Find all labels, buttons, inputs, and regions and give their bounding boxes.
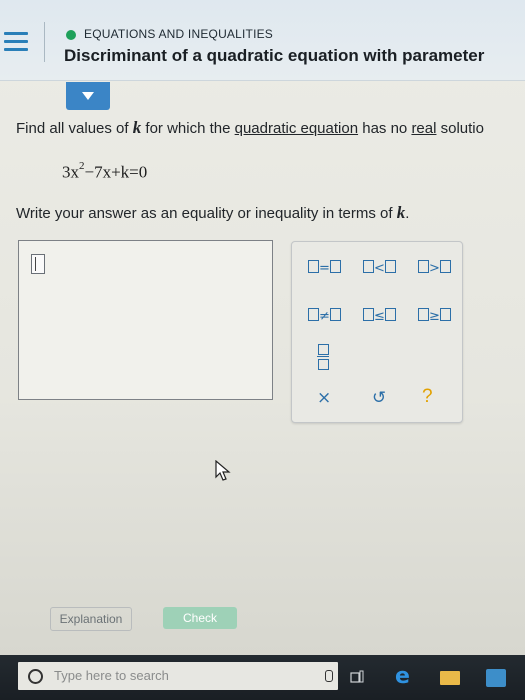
undo-icon[interactable]: ↺ [372,388,386,408]
expand-dropdown-button[interactable] [66,82,110,110]
equation-exponent: 2 [79,160,85,172]
topic-status-dot-icon [66,30,76,40]
cortana-icon [28,669,43,684]
key-greater-than[interactable]: > [418,260,451,276]
taskbar-search-input[interactable]: Type here to search [18,662,338,690]
real-link[interactable]: real [411,120,436,137]
header-bar: EQUATIONS AND INEQUALITIES Discriminant … [0,0,525,81]
key-less-equal[interactable]: ≤ [363,308,396,324]
equation-rest: −7x+k=0 [84,162,148,182]
key-less-than[interactable]: < [363,260,396,276]
question-variable: k [132,118,142,137]
page-title: Discriminant of a quadratic equation wit… [64,46,485,65]
windows-taskbar: Type here to search e [0,655,525,700]
edge-browser-icon[interactable]: e [395,666,410,688]
answer-placeholder-box[interactable] [31,254,45,274]
mouse-pointer-icon [215,460,231,481]
instructions-variable: k [396,203,406,222]
key-greater-equal[interactable]: ≥ [418,308,451,324]
hamburger-menu-icon[interactable] [0,26,34,62]
microphone-icon[interactable] [325,670,333,682]
question-middle: for which the [141,120,235,137]
instructions-text: Write your answer as an equality or ineq… [16,203,409,223]
equation-term-1: 3x [62,162,79,182]
search-placeholder: Type here to search [54,668,169,683]
store-icon[interactable] [486,669,506,687]
help-icon[interactable]: ? [422,386,433,408]
chevron-down-icon [82,92,94,100]
check-button[interactable]: Check [163,607,237,629]
equation: 3x2−7x+k=0 [62,160,148,183]
browser-viewport: EQUATIONS AND INEQUALITIES Discriminant … [0,0,525,655]
question-suffix: solutio [436,120,484,137]
instructions-prefix: Write your answer as an equality or ineq… [16,205,397,222]
answer-input[interactable] [18,240,273,400]
key-equal[interactable]: = [308,260,341,276]
question-prefix: Find all values of [16,120,133,137]
explanation-button[interactable]: Explanation [50,607,132,631]
header-divider [44,22,45,62]
task-view-icon[interactable] [350,670,364,684]
question-text: Find all values of k for which the quadr… [16,118,484,138]
quadratic-equation-link[interactable]: quadratic equation [235,120,358,137]
topic-label: EQUATIONS AND INEQUALITIES [84,27,274,41]
math-keypad: = < > ≠ ≤ ≥ × ↺ ? [291,241,463,423]
question-mid: has no [358,120,412,137]
key-not-equal[interactable]: ≠ [308,308,341,324]
file-explorer-icon[interactable] [440,671,460,685]
instructions-suffix: . [405,205,410,222]
clear-icon[interactable]: × [317,388,331,408]
fraction-icon[interactable] [317,343,329,371]
